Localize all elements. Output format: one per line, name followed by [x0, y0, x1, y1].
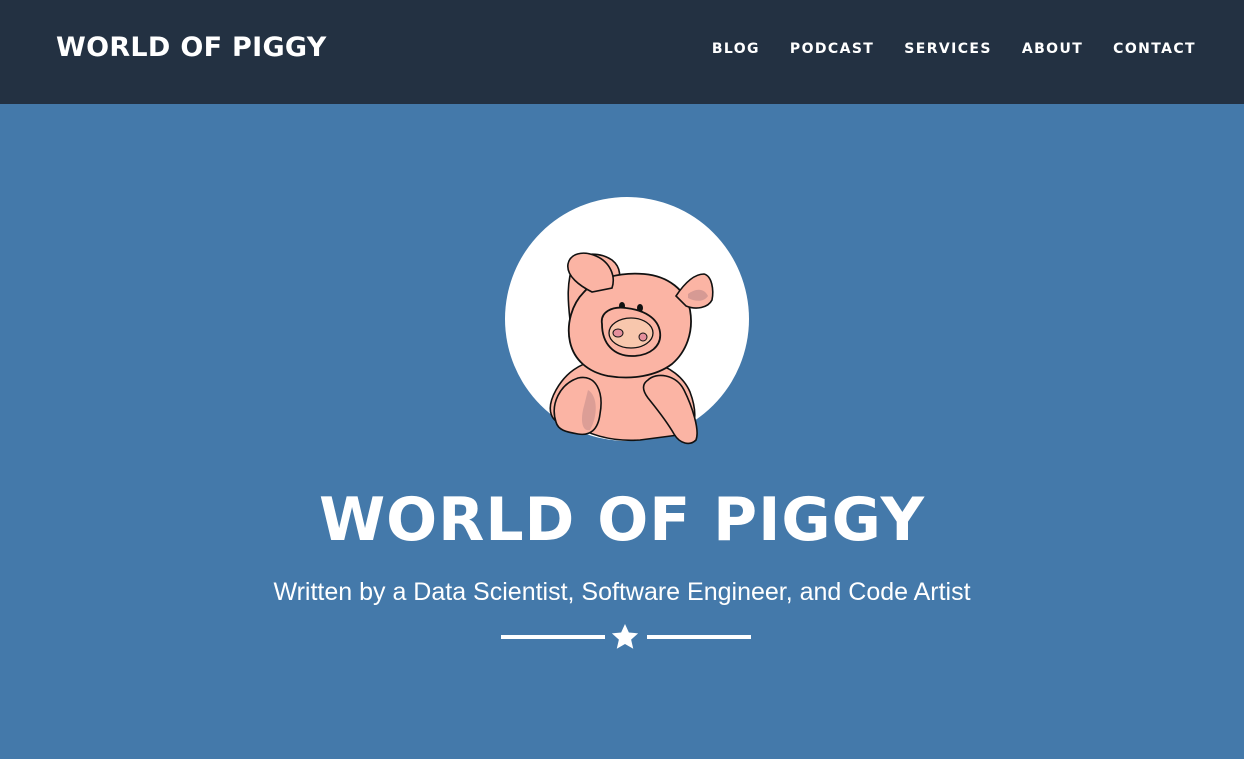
brand-link[interactable]: WORLD OF PIGGY	[56, 30, 327, 66]
nav-link-contact[interactable]: CONTACT	[1113, 41, 1196, 57]
hero-title: WORLD OF PIGGY	[318, 485, 926, 555]
nav-links: BLOG PODCAST SERVICES ABOUT CONTACT	[712, 38, 1196, 60]
nav-link-services[interactable]: SERVICES	[904, 41, 992, 57]
nav-item-podcast: PODCAST	[790, 38, 874, 60]
divider-line-left	[501, 635, 605, 639]
nav-link-podcast[interactable]: PODCAST	[790, 41, 874, 57]
divider-line-right	[647, 635, 751, 639]
hero-subtitle: Written by a Data Scientist, Software En…	[273, 578, 971, 606]
star-icon	[611, 624, 639, 649]
navbar: WORLD OF PIGGY BLOG PODCAST SERVICES ABO…	[0, 0, 1244, 104]
nav-link-blog[interactable]: BLOG	[712, 41, 760, 57]
nav-item-blog: BLOG	[712, 38, 760, 60]
pig-avatar-icon	[549, 252, 714, 445]
nav-item-about: ABOUT	[1022, 38, 1083, 60]
star-divider	[500, 620, 752, 654]
avatar	[500, 194, 750, 454]
nav-link-about[interactable]: ABOUT	[1022, 41, 1083, 57]
hero-section: WORLD OF PIGGY Written by a Data Scienti…	[0, 104, 1244, 759]
nav-item-services: SERVICES	[904, 38, 992, 60]
nav-item-contact: CONTACT	[1113, 38, 1196, 60]
